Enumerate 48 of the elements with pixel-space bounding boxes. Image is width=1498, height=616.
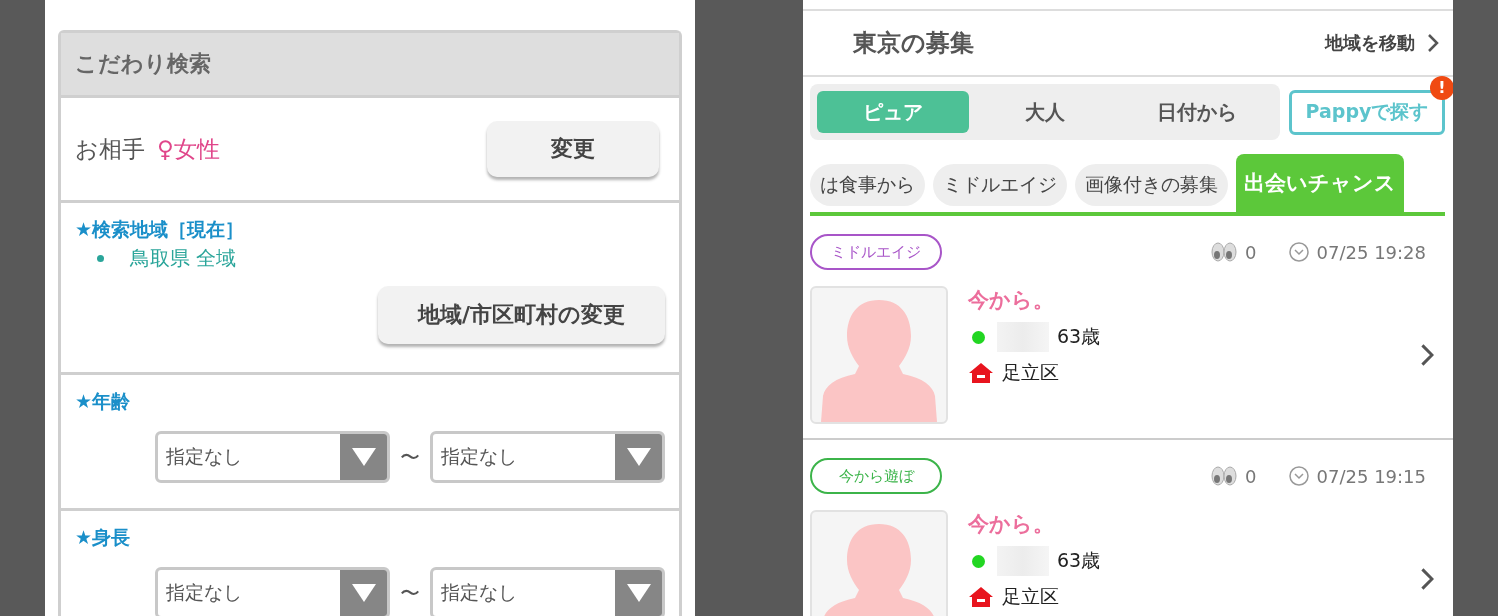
- clock-icon: [1288, 466, 1309, 486]
- post-tag: ミドルエイジ: [810, 234, 942, 270]
- range-separator: 〜: [399, 579, 421, 607]
- select-field[interactable]: 指定なし: [430, 431, 665, 483]
- dropdown-arrow-icon: [350, 583, 377, 603]
- select-field[interactable]: 指定なし: [155, 431, 390, 483]
- board-title: 東京の募集: [853, 28, 974, 59]
- partner-value: ♀女性: [157, 135, 220, 162]
- post-title: 今から。: [968, 511, 1055, 538]
- eyes-icon: [1211, 242, 1238, 262]
- age-text: 63歳: [1057, 548, 1101, 573]
- view-count: 0: [1245, 465, 1257, 487]
- dropdown-arrow-icon: [625, 447, 652, 467]
- panel-title: こだわり検索: [75, 50, 211, 78]
- house-icon: [968, 362, 994, 384]
- area-item: 鳥取県 全域: [130, 245, 237, 272]
- category-tab[interactable]: ミドルエイジ: [933, 164, 1067, 206]
- range-separator: 〜: [399, 443, 421, 471]
- category-tab[interactable]: 画像付きの募集: [1075, 164, 1228, 206]
- age-text: 63歳: [1057, 324, 1101, 349]
- area-label: ★検索地域［現在］: [75, 217, 246, 242]
- select-field[interactable]: 指定なし: [155, 567, 390, 616]
- segment-tab[interactable]: 日付から: [1121, 91, 1273, 133]
- place-text: 足立区: [1002, 584, 1059, 609]
- dropdown-arrow-icon: [625, 583, 652, 603]
- chevron-right-icon: [1419, 567, 1434, 591]
- category-tab[interactable]: は食事から: [810, 164, 925, 206]
- view-count: 0: [1245, 241, 1257, 263]
- range-label: ★身長: [75, 525, 132, 550]
- post-time: 07/25 19:15: [1316, 465, 1426, 487]
- change-button[interactable]: 変更: [487, 121, 659, 177]
- partner-label: お相手: [75, 135, 145, 162]
- post-time: 07/25 19:28: [1316, 241, 1426, 263]
- segment-tab[interactable]: 大人: [969, 91, 1121, 133]
- area-change-button[interactable]: 地域/市区町村の変更: [377, 286, 665, 344]
- chevron-right-icon: [1427, 33, 1439, 53]
- region-link[interactable]: 地域を移動: [1325, 31, 1439, 55]
- bullet-dot: [97, 255, 104, 262]
- post-tag: 今から遊ぼ: [810, 458, 942, 494]
- clock-icon: [1288, 242, 1309, 262]
- eyes-icon: [1211, 466, 1238, 486]
- range-label: ★年齢: [75, 389, 132, 414]
- house-icon: [968, 586, 994, 608]
- post-title: 今から。: [968, 287, 1055, 314]
- chevron-right-icon: [1419, 343, 1434, 367]
- dropdown-arrow-icon: [350, 447, 377, 467]
- place-text: 足立区: [1002, 360, 1059, 385]
- select-field[interactable]: 指定なし: [430, 567, 665, 616]
